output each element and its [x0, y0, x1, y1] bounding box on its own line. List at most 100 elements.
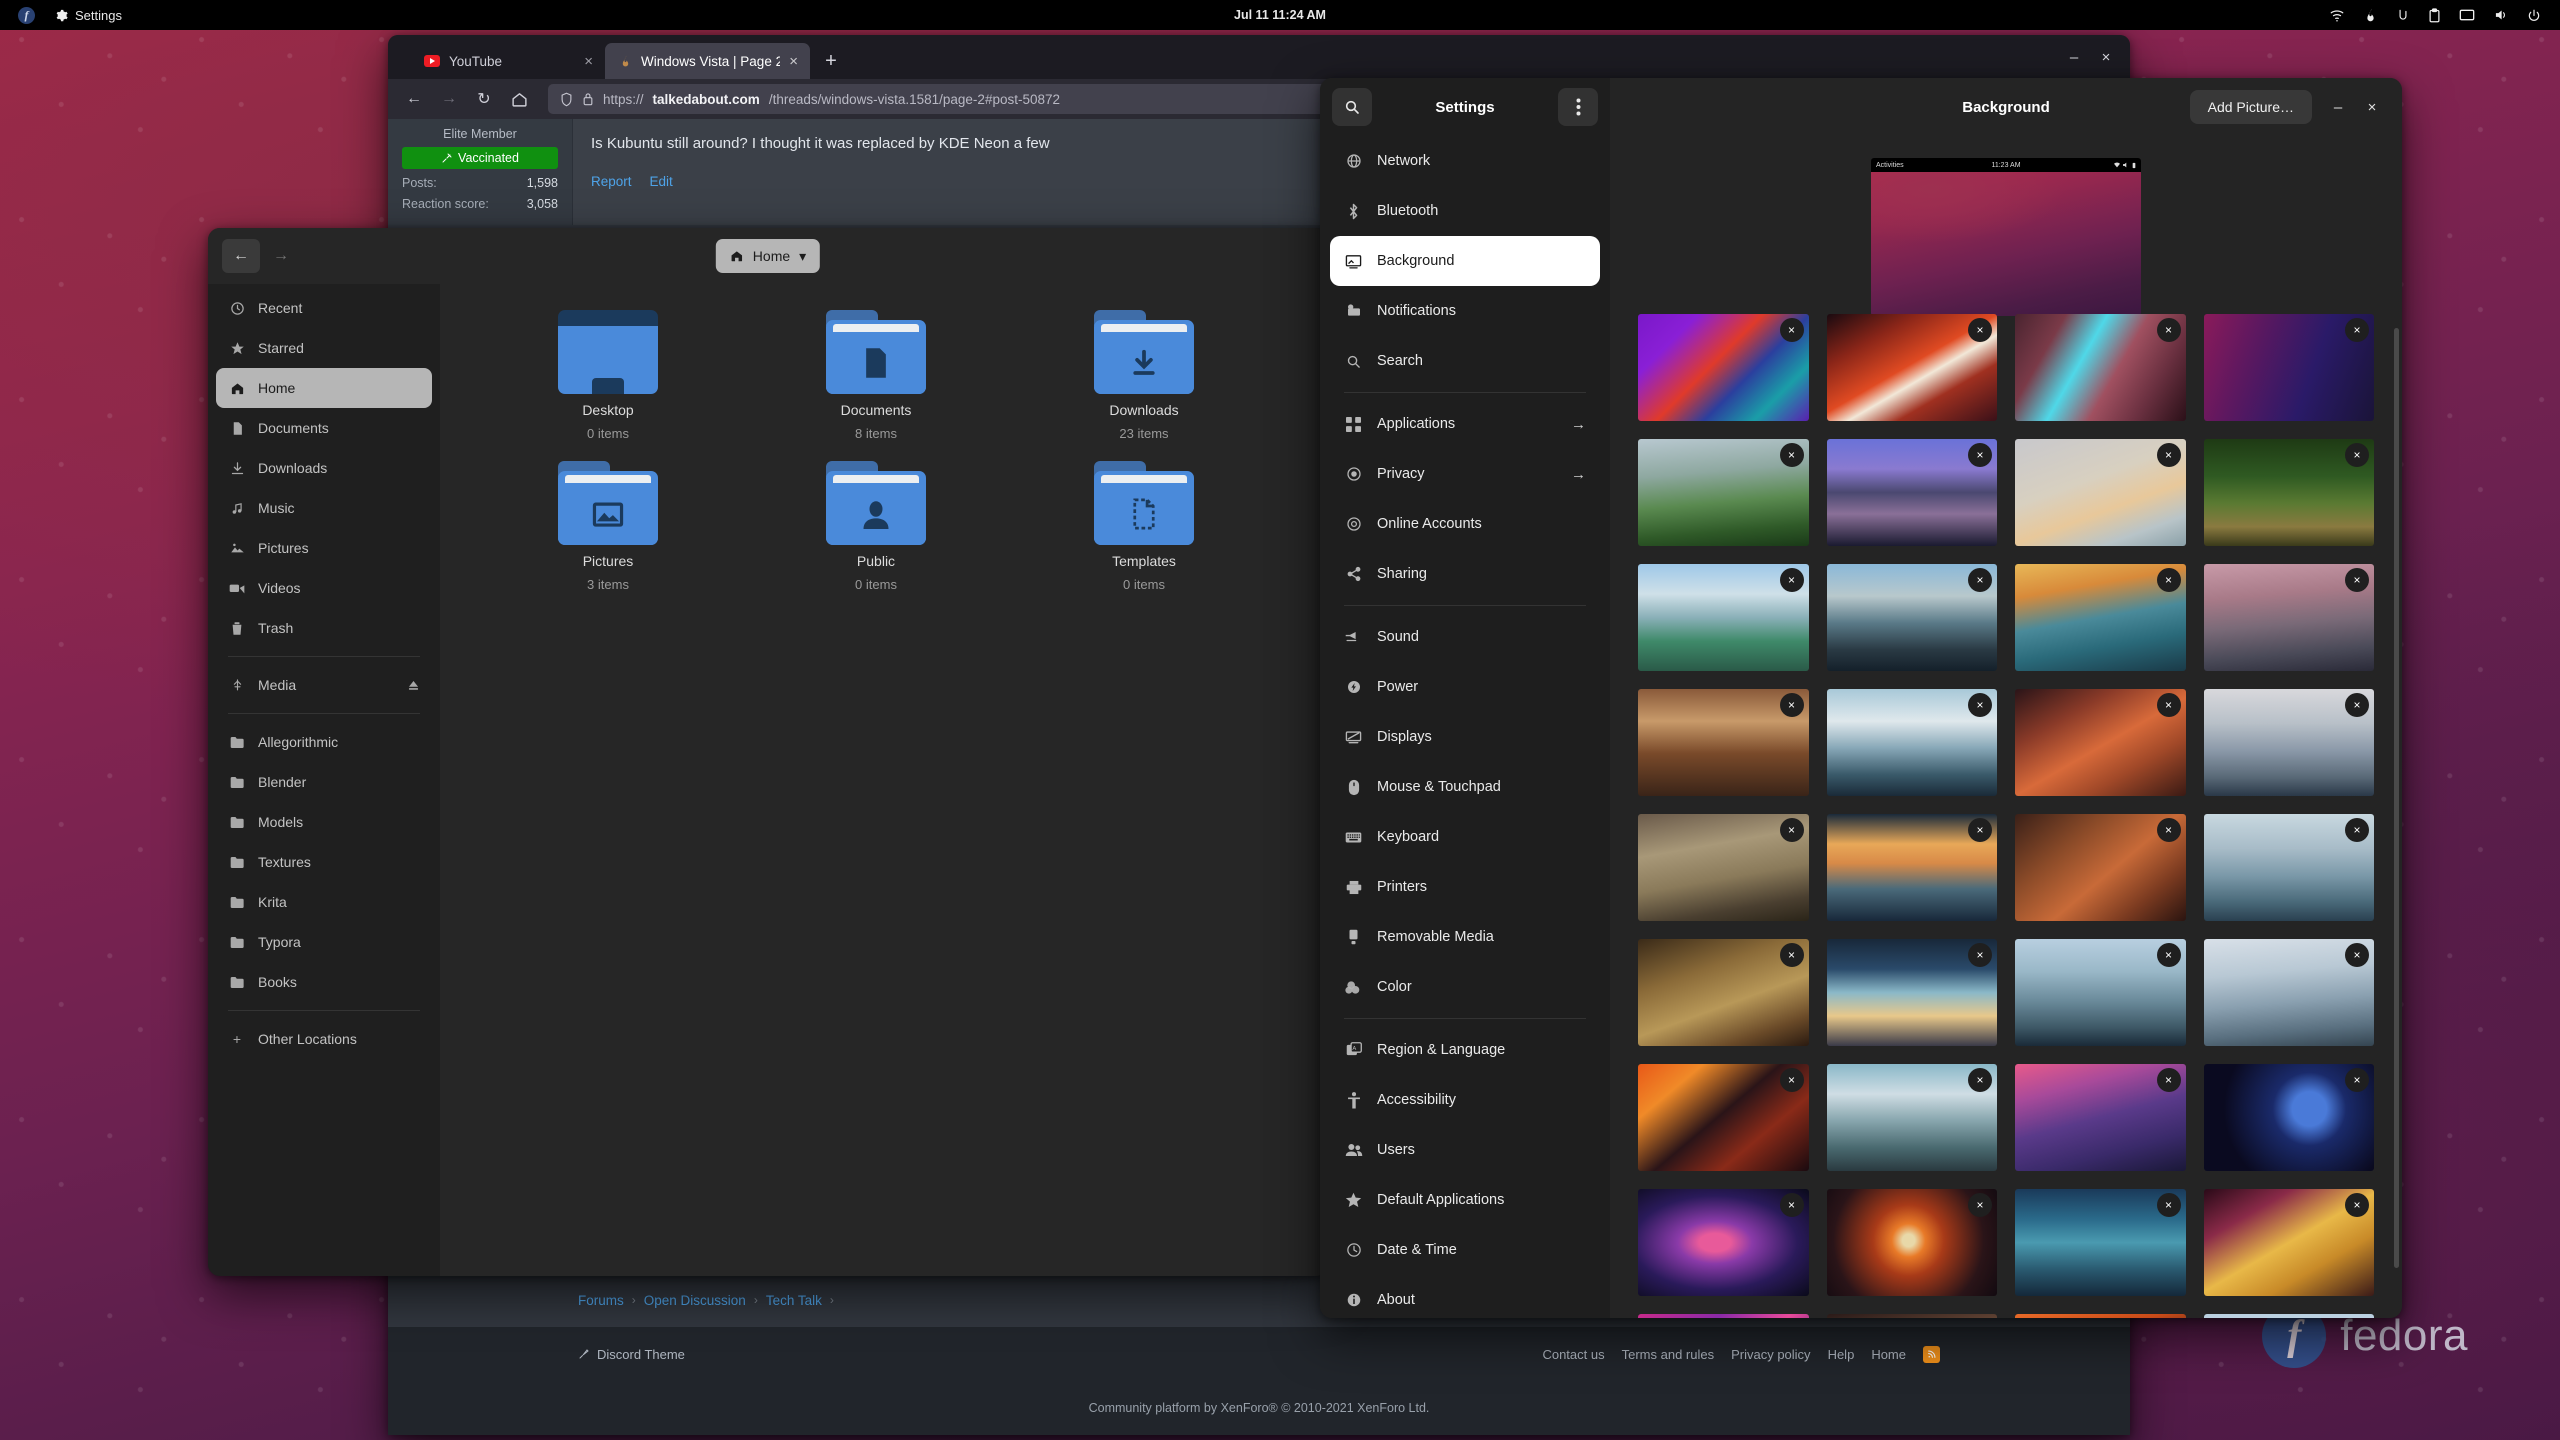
sidebar-item-krita[interactable]: Krita [216, 882, 432, 922]
wallpaper-thumbnail[interactable]: × [1638, 689, 1809, 796]
sidebar-item-media[interactable]: Media [216, 665, 432, 705]
sidebar-item-background[interactable]: Background [1330, 236, 1600, 286]
files-forward-button[interactable]: → [262, 239, 300, 273]
wallpaper-thumbnail[interactable]: × [2203, 1189, 2374, 1296]
sidebar-item-users[interactable]: Users [1330, 1125, 1600, 1175]
wallpaper-thumbnail[interactable]: × [2015, 564, 2186, 671]
wallpaper-thumbnail[interactable]: × [2203, 564, 2374, 671]
wallpaper-thumbnail[interactable]: × [2203, 939, 2374, 1046]
minimize-button[interactable]: – [2322, 91, 2354, 123]
browser-tab-active[interactable]: Windows Vista | Page 2 × [605, 43, 810, 79]
remove-wallpaper-icon[interactable]: × [1968, 693, 1992, 717]
remove-wallpaper-icon[interactable]: × [1968, 1193, 1992, 1217]
remove-wallpaper-icon[interactable]: × [2345, 443, 2369, 467]
path-bar-button[interactable]: Home ▾ [715, 239, 821, 273]
folder-item-documents[interactable]: Documents 8 items [742, 310, 1010, 441]
edit-link[interactable]: Edit [650, 174, 673, 189]
sidebar-item-documents[interactable]: Documents [216, 408, 432, 448]
files-back-button[interactable]: ← [222, 239, 260, 273]
remove-wallpaper-icon[interactable]: × [2345, 568, 2369, 592]
wallpaper-thumbnail[interactable]: × [2203, 1314, 2374, 1318]
settings-scrollbar[interactable] [2394, 328, 2399, 1268]
folder-item-desktop[interactable]: Desktop 0 items [474, 310, 742, 441]
sidebar-item-applications[interactable]: Applications → [1330, 399, 1600, 449]
folder-item-downloads[interactable]: Downloads 23 items [1010, 310, 1278, 441]
remove-wallpaper-icon[interactable]: × [2156, 318, 2181, 342]
remove-wallpaper-icon[interactable]: × [1779, 568, 1804, 592]
system-tray[interactable] [2320, 7, 2560, 23]
remove-wallpaper-icon[interactable]: × [1779, 1068, 1804, 1092]
sidebar-item-notifications[interactable]: Notifications [1330, 286, 1600, 336]
back-button[interactable]: ← [398, 83, 430, 115]
sidebar-item-sound[interactable]: Sound [1330, 612, 1600, 662]
app-menu-button[interactable]: Settings [45, 5, 132, 26]
wallpaper-thumbnail[interactable]: × [1826, 314, 1997, 421]
wallpaper-thumbnail[interactable]: × [2015, 439, 2186, 546]
remove-wallpaper-icon[interactable]: × [2156, 943, 2181, 967]
remove-wallpaper-icon[interactable]: × [1779, 693, 1804, 717]
new-tab-button[interactable]: + [816, 46, 846, 76]
remove-wallpaper-icon[interactable]: × [1779, 943, 1804, 967]
sidebar-item-pictures[interactable]: Pictures [216, 528, 432, 568]
remove-wallpaper-icon[interactable]: × [1779, 1193, 1804, 1217]
remove-wallpaper-icon[interactable]: × [2156, 568, 2181, 592]
footer-link-terms[interactable]: Terms and rules [1622, 1347, 1714, 1362]
tab-close-icon[interactable]: × [584, 54, 593, 69]
kebab-menu-icon[interactable] [1558, 88, 1598, 126]
wallpaper-thumbnail[interactable]: × [2015, 939, 2186, 1046]
top-bar-clock-area[interactable]: Jul 11 11:24 AM [1234, 8, 1326, 22]
wallpaper-thumbnail[interactable]: × [2015, 1064, 2186, 1171]
report-link[interactable]: Report [591, 174, 632, 189]
remove-wallpaper-icon[interactable]: × [2345, 943, 2369, 967]
wallpaper-thumbnail[interactable]: × [2015, 1314, 2186, 1318]
remove-wallpaper-icon[interactable]: × [2345, 318, 2369, 342]
sidebar-item-printers[interactable]: Printers [1330, 862, 1600, 912]
remove-wallpaper-icon[interactable]: × [2156, 1193, 2181, 1217]
rss-icon[interactable] [1923, 1345, 1940, 1363]
search-icon[interactable] [1332, 88, 1372, 126]
browser-tab[interactable]: YouTube × [410, 43, 605, 79]
folder-item-public[interactable]: Public 0 items [742, 461, 1010, 592]
wallpaper-thumbnail[interactable]: × [2015, 314, 2186, 421]
remove-wallpaper-icon[interactable]: × [1968, 443, 1992, 467]
wallpaper-thumbnail[interactable]: × [1638, 564, 1809, 671]
wallpaper-thumbnail[interactable]: × [2203, 314, 2374, 421]
sidebar-item-mouse-touchpad[interactable]: Mouse & Touchpad [1330, 762, 1600, 812]
sidebar-item-sharing[interactable]: Sharing [1330, 549, 1600, 599]
wallpaper-thumbnail[interactable]: × [1826, 439, 1997, 546]
breadcrumb-item-forums[interactable]: Forums [578, 1293, 624, 1308]
sidebar-item-models[interactable]: Models [216, 802, 432, 842]
wallpaper-thumbnail[interactable]: × [2203, 1064, 2374, 1171]
wallpaper-thumbnail[interactable]: × [2203, 814, 2374, 921]
wallpaper-thumbnail[interactable]: × [1638, 1189, 1809, 1296]
tab-close-icon[interactable]: × [789, 54, 798, 69]
close-button[interactable]: × [2356, 91, 2388, 123]
remove-wallpaper-icon[interactable]: × [2156, 1068, 2181, 1092]
wallpaper-thumbnail[interactable]: × [1638, 1314, 1809, 1318]
theme-switcher[interactable]: Discord Theme [578, 1347, 685, 1362]
footer-link-contact[interactable]: Contact us [1542, 1347, 1604, 1362]
sidebar-item-removable-media[interactable]: Removable Media [1330, 912, 1600, 962]
sidebar-item-recent[interactable]: Recent [216, 288, 432, 328]
sidebar-item-home[interactable]: Home [216, 368, 432, 408]
wallpaper-thumbnail[interactable]: × [1826, 1314, 1997, 1318]
reload-button[interactable]: ↻ [468, 83, 500, 115]
remove-wallpaper-icon[interactable]: × [2345, 1068, 2369, 1092]
sidebar-item-starred[interactable]: Starred [216, 328, 432, 368]
forward-button[interactable]: → [433, 83, 465, 115]
remove-wallpaper-icon[interactable]: × [2156, 693, 2181, 717]
remove-wallpaper-icon[interactable]: × [1968, 1068, 1992, 1092]
remove-wallpaper-icon[interactable]: × [2156, 818, 2181, 842]
wallpaper-thumbnail[interactable]: × [1638, 1064, 1809, 1171]
sidebar-item-color[interactable]: Color [1330, 962, 1600, 1012]
sidebar-item-privacy[interactable]: Privacy → [1330, 449, 1600, 499]
sidebar-item-accessibility[interactable]: Accessibility [1330, 1075, 1600, 1125]
sidebar-item-power[interactable]: Power [1330, 662, 1600, 712]
wallpaper-thumbnail[interactable]: × [1826, 939, 1997, 1046]
remove-wallpaper-icon[interactable]: × [1968, 568, 1992, 592]
remove-wallpaper-icon[interactable]: × [2345, 693, 2369, 717]
background-preview[interactable]: Activities 11:23 AM [1871, 158, 2141, 316]
sidebar-item-trash[interactable]: Trash [216, 608, 432, 648]
remove-wallpaper-icon[interactable]: × [1779, 818, 1804, 842]
remove-wallpaper-icon[interactable]: × [1968, 943, 1992, 967]
